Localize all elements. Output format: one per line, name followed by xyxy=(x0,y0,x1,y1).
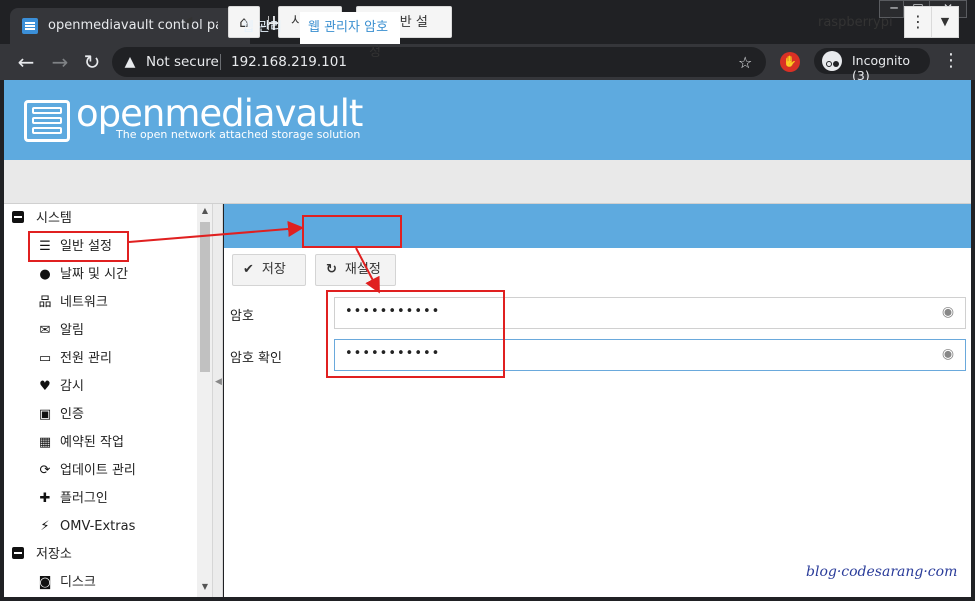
omv-logo-icon xyxy=(24,100,70,142)
warning-triangle-icon[interactable]: ▲ xyxy=(122,54,138,70)
logo-subtitle: The open network attached storage soluti… xyxy=(116,128,361,141)
sidebar-group-system[interactable]: 시스템 xyxy=(12,205,204,233)
envelope-icon: ✉ xyxy=(39,323,51,338)
save-button-label: 저장 xyxy=(261,262,286,277)
sidebar-item-label: 예약된 작업 xyxy=(60,435,124,450)
browser-menu-icon[interactable]: ⋮ xyxy=(942,50,960,72)
certificate-icon: ▣ xyxy=(38,407,52,422)
sidebar-group-label: 저장소 xyxy=(36,547,72,562)
back-arrow-icon[interactable]: ← xyxy=(14,50,38,74)
tab-web-administration[interactable]: 웹 관리 xyxy=(234,12,290,44)
blog-watermark: blog·codesarang·com xyxy=(806,564,958,580)
collapse-sidebar-icon[interactable]: ◀ xyxy=(181,14,195,28)
settings-tabbar xyxy=(224,204,971,248)
sidebar-item-label: 날짜 및 시간 xyxy=(60,267,129,282)
reset-button-label: 재설정 xyxy=(344,262,381,277)
sync-icon: ⟳ xyxy=(39,463,51,478)
network-icon: 品 xyxy=(38,295,52,310)
forward-arrow-icon[interactable]: → xyxy=(48,50,72,74)
clock-icon: ● xyxy=(39,267,51,282)
reload-icon[interactable]: ↻ xyxy=(80,50,104,74)
check-icon: ✔ xyxy=(243,262,254,277)
sidebar-item-update-management[interactable]: ⟳ 업데이트 관리 xyxy=(36,457,212,485)
sidebar-group-storage[interactable]: 저장소 xyxy=(12,541,204,569)
sidebar-scrollbar-thumb[interactable] xyxy=(200,222,210,372)
sidebar-item-notification[interactable]: ✉ 알림 xyxy=(36,317,212,345)
sidebar-item-label: 플러그인 xyxy=(60,491,108,506)
sidebar-item-general-settings[interactable]: ☰ 일반 설정 xyxy=(36,233,212,261)
address-divider xyxy=(220,54,221,70)
collapse-minus-icon[interactable] xyxy=(12,211,24,223)
browser-tab[interactable]: openmediavault control panel - r ✕ xyxy=(10,8,250,44)
omv-header: openmediavault The open network attached… xyxy=(4,80,971,160)
password-field[interactable]: ••••••••••• ◉ xyxy=(334,297,966,329)
sidebar-item-disks[interactable]: ◙ 디스크 xyxy=(36,569,212,597)
sidebar-item-label: 업데이트 관리 xyxy=(60,463,136,478)
sidebar-item-label: 감시 xyxy=(60,379,84,394)
confirm-password-value: ••••••••••• xyxy=(345,346,441,361)
sidebar-item-omv-extras[interactable]: ⚡ OMV-Extras xyxy=(36,513,212,541)
sidebar-item-power-management[interactable]: ▭ 전원 관리 xyxy=(36,345,212,373)
hostname-label: raspberrypi xyxy=(818,15,893,30)
battery-icon: ▭ xyxy=(38,351,52,366)
tab-web-admin-password[interactable]: 웹 관리자 암호 xyxy=(300,12,400,44)
incognito-profile-button[interactable]: Incognito (3) xyxy=(814,48,930,83)
sidebar-item-monitoring[interactable]: ♥ 감시 xyxy=(36,373,212,401)
password-value: ••••••••••• xyxy=(345,304,441,319)
sidebar-item-label: 알림 xyxy=(60,323,84,338)
sidebar-item-scheduled-jobs[interactable]: ▦ 예약된 작업 xyxy=(36,429,212,457)
omv-favicon-icon xyxy=(22,18,38,34)
confirm-password-label: 암호 확인 xyxy=(230,351,282,366)
sliders-icon: ☰ xyxy=(39,239,51,254)
puzzle-icon: ✚ xyxy=(39,491,51,506)
sidebar-item-label: 전원 관리 xyxy=(60,351,112,366)
sidebar-item-plugins[interactable]: ✚ 플러그인 xyxy=(36,485,212,513)
sidebar-nav: 시스템 ☰ 일반 설정 ● 날짜 및 시간 品 네트워크 ✉ 알림 ▭ 전원 관리 ♥ 감시… xyxy=(4,204,213,597)
disk-icon: ◙ xyxy=(38,575,52,590)
plug-icon: ⚡ xyxy=(40,519,50,534)
sidebar-group-label: 시스템 xyxy=(36,211,72,226)
address-bar[interactable]: ▲ Not secure 192.168.219.101 ☆ xyxy=(112,47,766,77)
extension-hand-icon[interactable]: ✋ xyxy=(780,52,800,72)
calendar-clock-icon: ▦ xyxy=(38,435,52,450)
password-label: 암호 xyxy=(230,309,254,324)
omv-toolbar xyxy=(4,160,971,204)
sidebar-item-label: 디스크 xyxy=(60,575,96,590)
eye-icon[interactable]: ◉ xyxy=(939,304,957,322)
sidebar-splitter[interactable] xyxy=(213,204,223,597)
collapse-minus-icon[interactable] xyxy=(12,547,24,559)
scroll-up-icon[interactable]: ▲ xyxy=(200,206,210,215)
chevron-down-icon[interactable]: ▼ xyxy=(931,6,959,38)
sidebar-item-label: OMV-Extras xyxy=(60,519,136,534)
sidebar-item-label: 일반 설정 xyxy=(60,239,112,254)
incognito-icon xyxy=(822,51,842,71)
bookmark-star-icon[interactable]: ☆ xyxy=(738,53,752,72)
scroll-down-icon[interactable]: ▼ xyxy=(200,582,210,591)
security-indicator[interactable]: Not secure xyxy=(146,54,219,70)
sidebar-item-date-time[interactable]: ● 날짜 및 시간 xyxy=(36,261,212,289)
confirm-password-field[interactable]: ••••••••••• ◉ xyxy=(334,339,966,371)
heartbeat-icon: ♥ xyxy=(39,379,51,394)
sidebar-item-certificates[interactable]: ▣ 인증 xyxy=(36,401,212,429)
url-text[interactable]: 192.168.219.101 xyxy=(231,54,347,70)
save-button[interactable]: ✔ 저장 xyxy=(232,254,306,286)
reset-button[interactable]: ↻ 재설정 xyxy=(315,254,396,286)
incognito-label: Incognito (3) xyxy=(852,53,911,83)
splitter-collapse-icon[interactable]: ◀ xyxy=(215,370,222,394)
more-options-icon[interactable]: ⋮ xyxy=(904,6,932,38)
sidebar-item-network[interactable]: 品 네트워크 xyxy=(36,289,212,317)
sidebar-item-label: 네트워크 xyxy=(60,295,108,310)
reset-icon: ↻ xyxy=(326,262,337,277)
eye-icon[interactable]: ◉ xyxy=(939,346,957,364)
sidebar-item-label: 인증 xyxy=(60,407,84,422)
